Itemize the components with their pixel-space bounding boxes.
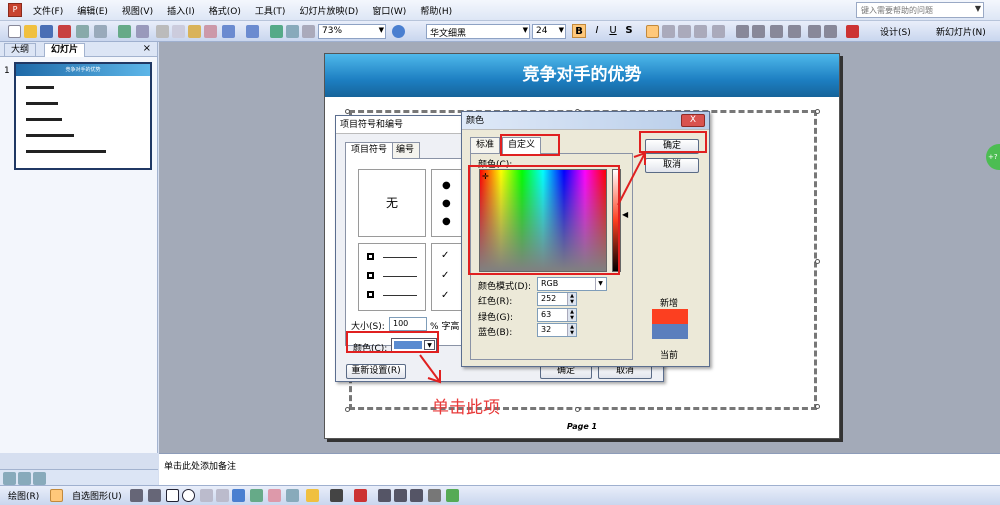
textbox-icon[interactable] <box>200 489 213 502</box>
font-color-icon[interactable] <box>354 489 367 502</box>
wordart-icon[interactable] <box>232 489 245 502</box>
arrow-icon[interactable] <box>148 489 161 502</box>
vertical-textbox-icon[interactable] <box>216 489 229 502</box>
line-color-icon[interactable] <box>330 489 343 502</box>
arrow-style-icon[interactable] <box>410 489 423 502</box>
picture-icon[interactable] <box>286 489 299 502</box>
slideshow-view-icon[interactable] <box>33 472 46 485</box>
line-icon[interactable] <box>130 489 143 502</box>
arrow-line <box>617 152 646 206</box>
notes-placeholder: 单击此处添加备注 <box>164 462 237 472</box>
select-objects-icon[interactable] <box>50 489 63 502</box>
annotation-text: 单击此项 <box>432 398 500 418</box>
view-buttons <box>0 469 158 485</box>
diagram-icon[interactable] <box>250 489 263 502</box>
clipart-icon[interactable] <box>268 489 281 502</box>
annotation-arrows <box>419 151 646 384</box>
sorter-view-icon[interactable] <box>18 472 31 485</box>
fill-color-icon[interactable] <box>306 489 319 502</box>
tab-custom[interactable]: 自定义 <box>502 137 542 154</box>
draw-menu-button[interactable]: 绘图(R) <box>6 488 41 503</box>
3d-style-icon[interactable] <box>446 489 459 502</box>
drawing-toolbar: 绘图(R) 自选图形(U) <box>0 485 1000 505</box>
oval-icon[interactable] <box>182 489 195 502</box>
rectangle-icon[interactable] <box>166 489 179 502</box>
shadow-style-icon[interactable] <box>428 489 441 502</box>
notes-pane[interactable]: 单击此处添加备注 <box>159 453 1000 485</box>
line-style-icon[interactable] <box>378 489 391 502</box>
autoshapes-button[interactable]: 自选图形(U) <box>70 488 124 503</box>
dash-style-icon[interactable] <box>394 489 407 502</box>
tab-bullets[interactable]: 项目符号 <box>345 142 394 159</box>
normal-view-icon[interactable] <box>3 472 16 485</box>
